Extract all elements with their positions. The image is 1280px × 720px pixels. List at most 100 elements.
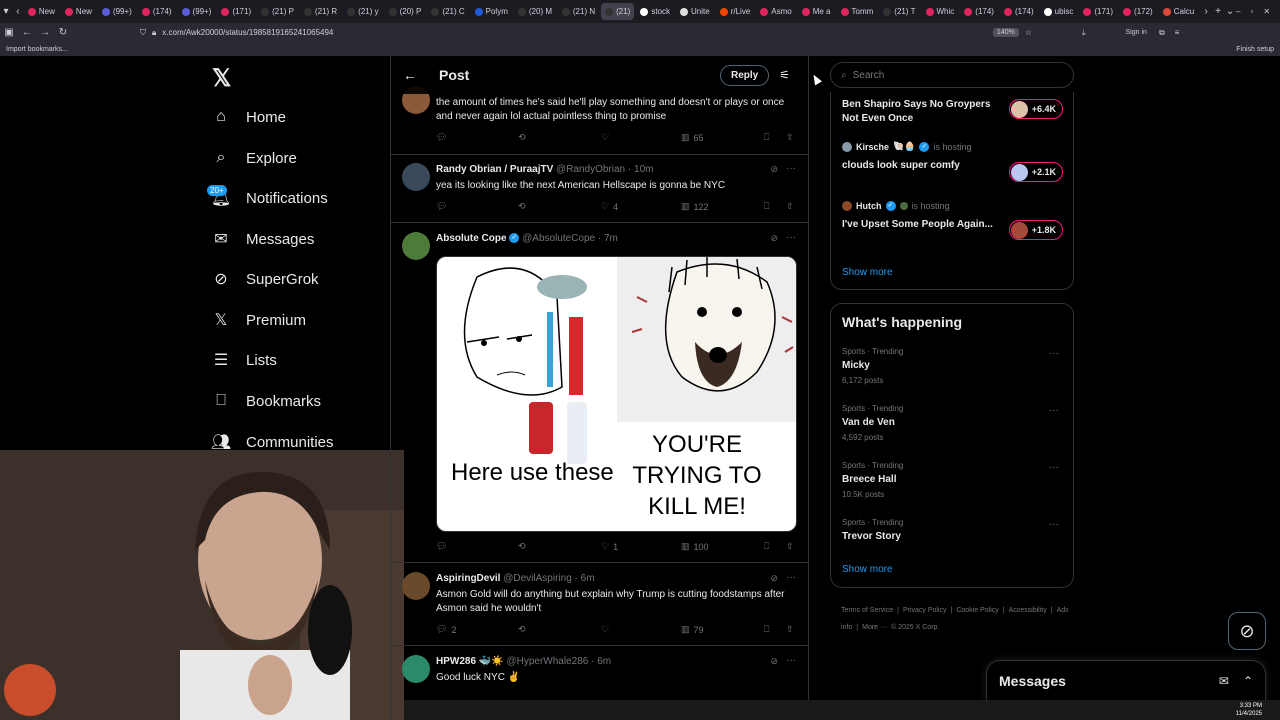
browser-tab[interactable]: (21) P (257, 3, 298, 20)
bookmark-icon[interactable]: ⎕ (764, 201, 769, 212)
tweet-time[interactable]: · 6m (591, 656, 611, 667)
avatar[interactable] (402, 163, 430, 191)
browser-tab[interactable]: (21) T (879, 3, 919, 20)
zoom-level[interactable]: 140% (992, 28, 1019, 37)
author-handle[interactable]: @RandyObrian (556, 164, 625, 175)
browser-tab[interactable]: (171) (217, 3, 255, 20)
views-count[interactable]: ▥ 79 (681, 624, 704, 635)
views-count[interactable]: ▥ 100 (681, 541, 709, 552)
url-field[interactable]: ⛉ 🔒︎ x.com/Awk20000/status/1985819165241… (132, 25, 1032, 40)
tweet-reply[interactable]: AspiringDevil @DevilAspiring · 6m ⊘ ··· … (391, 563, 808, 646)
tab-list-icon[interactable]: ▾ (0, 6, 12, 17)
nav-item-bookmarks[interactable]: ⎕ Bookmarks (212, 392, 321, 410)
nav-item-communities[interactable]: 👥︎ Communities (211, 433, 334, 452)
back-icon[interactable]: ← (18, 27, 36, 38)
new-tab-icon[interactable]: + (1212, 6, 1224, 17)
more-options-icon[interactable]: ··· (786, 232, 796, 243)
import-bookmarks-link[interactable]: Import bookmarks... (6, 46, 68, 53)
browser-tab[interactable]: (174) (960, 3, 998, 20)
browser-tab[interactable]: (171) (1079, 3, 1117, 20)
trends-show-more-link[interactable]: Show more (842, 564, 893, 575)
more-options-icon[interactable]: ··· (786, 655, 796, 666)
reply-count[interactable]: 💬︎ 2 (436, 624, 456, 635)
share-icon[interactable]: ⇧ (786, 624, 794, 635)
trend-more-icon[interactable]: ··· (1049, 462, 1059, 473)
close-window-icon[interactable]: ✕ (1263, 7, 1270, 16)
space-title[interactable]: I've Upset Some People Again... (842, 218, 1007, 232)
browser-tab[interactable]: (21) R (300, 3, 341, 20)
menu-icon[interactable]: ≡ (1175, 28, 1180, 37)
expand-drawer-icon[interactable]: ⌃ (1243, 674, 1253, 688)
space-host[interactable]: Hutch ✓ is hosting (842, 201, 950, 211)
author-handle[interactable]: @HyperWhale286 (506, 656, 588, 667)
browser-tab[interactable]: New (24, 3, 59, 20)
tweet-time[interactable]: · 6m (575, 573, 595, 584)
search-input[interactable]: ⌕ Search (830, 62, 1074, 88)
browser-tab[interactable]: (99+) (178, 3, 216, 20)
author-name[interactable]: Absolute Cope (436, 233, 507, 244)
footer-link[interactable]: Terms of Service (841, 607, 893, 614)
grok-icon[interactable]: ⊘ (770, 656, 778, 667)
browser-tab[interactable]: (21) y (343, 3, 382, 20)
share-icon[interactable]: ⇧ (786, 132, 794, 143)
retweet-icon[interactable]: ⟲ (518, 132, 526, 143)
browser-tab[interactable]: (174) (138, 3, 176, 20)
grok-floating-button[interactable]: ⊘ (1228, 612, 1266, 650)
extensions-icon[interactable]: ⧉ (1159, 28, 1165, 38)
share-icon[interactable]: ⇧ (786, 541, 794, 552)
reply-button[interactable]: Reply (720, 64, 770, 86)
author-handle[interactable]: @AbsoluteCope (522, 233, 595, 244)
space-listen-button[interactable]: +6.4K (1009, 99, 1063, 119)
like-icon[interactable]: ♡ (601, 624, 609, 635)
nav-item-premium[interactable]: 𝕏 Premium (212, 311, 306, 330)
author-name[interactable]: Randy Obrian / PuraajTV (436, 164, 553, 175)
spaces-show-more-link[interactable]: Show more (842, 267, 893, 278)
taskbar-clock[interactable]: 3:33 PM 11/4/2025 (1236, 702, 1262, 718)
star-icon[interactable]: ☆ (1025, 28, 1032, 37)
nav-item-home[interactable]: ⌂ Home (212, 108, 286, 126)
browser-tab[interactable]: ubisc (1040, 3, 1078, 20)
new-message-icon[interactable]: ✉︎ (1219, 674, 1229, 688)
like-count[interactable]: ♡ 4 (601, 201, 618, 212)
reply-icon[interactable]: 💬︎ (436, 201, 447, 212)
browser-tab[interactable]: Whic (922, 3, 959, 20)
finish-setup-link[interactable]: Finish setup (1236, 46, 1274, 53)
reload-icon[interactable]: ↻ (54, 27, 72, 38)
browser-tab[interactable]: Unite (676, 3, 714, 20)
space-listen-button[interactable]: +2.1K (1009, 162, 1063, 182)
avatar[interactable] (402, 655, 430, 683)
like-count[interactable]: ♡ 1 (601, 541, 618, 552)
nav-item-notifications[interactable]: 🔔︎ Notifications (211, 189, 328, 208)
retweet-icon[interactable]: ⟲ (518, 541, 526, 552)
browser-tab[interactable]: Calcu (1159, 3, 1198, 20)
nav-item-lists[interactable]: ☰ Lists (212, 351, 277, 370)
bookmark-icon[interactable]: ⎕ (764, 624, 769, 635)
browser-tab[interactable]: (20) M (514, 3, 556, 20)
avatar[interactable] (402, 572, 430, 600)
more-options-icon[interactable]: ··· (786, 163, 796, 174)
retweet-icon[interactable]: ⟲ (518, 624, 526, 635)
nav-item-explore[interactable]: ⌕ Explore (212, 149, 297, 167)
avatar[interactable] (402, 232, 430, 260)
browser-tab[interactable]: (20) P (385, 3, 426, 20)
tab-scroll-right-icon[interactable]: › (1200, 6, 1212, 17)
views-count[interactable]: ▥ 65 (681, 132, 704, 143)
trend-name[interactable]: Trevor Story (842, 531, 901, 542)
grok-icon[interactable]: ⊘ (770, 233, 778, 244)
tab-scroll-left-icon[interactable]: ‹ (12, 6, 24, 17)
maximize-icon[interactable]: ▫ (1250, 7, 1253, 16)
messages-drawer[interactable]: Messages ✉︎ ⌃ (986, 660, 1266, 700)
footer-link[interactable]: Privacy Policy (903, 607, 947, 614)
browser-tab[interactable]: (21) C (427, 3, 468, 20)
share-icon[interactable]: ⇧ (786, 201, 794, 212)
like-icon[interactable]: ♡ (601, 132, 609, 143)
reply-icon[interactable]: 💬︎ (436, 132, 447, 143)
filter-settings-icon[interactable]: ⚟ (779, 68, 790, 82)
browser-tab[interactable]: New (61, 3, 96, 20)
trend-name[interactable]: Micky (842, 360, 870, 371)
author-handle[interactable]: @DevilAspiring (503, 573, 572, 584)
trend-name[interactable]: Breece Hall (842, 474, 896, 485)
tweet-time[interactable]: · 7m (598, 233, 618, 244)
x-logo-icon[interactable]: 𝕏 (212, 64, 238, 92)
sidebar-toggle-icon[interactable]: ▣ (0, 27, 18, 38)
